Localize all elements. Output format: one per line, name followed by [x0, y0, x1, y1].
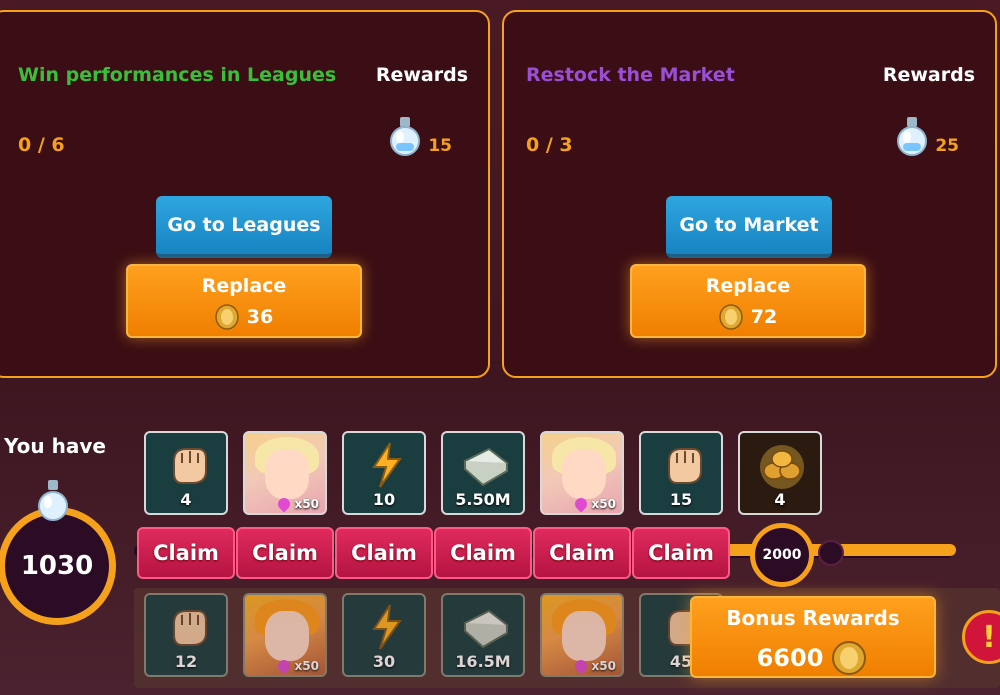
- bonus-title: Bonus Rewards: [726, 606, 900, 630]
- affection-multiplier: x50: [572, 495, 616, 513]
- milestone-marker: 2000: [750, 523, 814, 587]
- reward-tile[interactable]: 4: [738, 431, 822, 515]
- task-progress: 0 / 6: [18, 134, 65, 156]
- replace-label: Replace: [201, 275, 287, 297]
- task-panel-market: Restock the Market Rewards 0 / 3 25 Go t…: [502, 10, 997, 378]
- girl-face: [562, 611, 606, 661]
- fist-icon: [173, 610, 207, 646]
- replace-label: Replace: [705, 275, 791, 297]
- potion-icon: [390, 117, 420, 156]
- lightning-icon: [372, 442, 402, 488]
- bonus-amount: 6600: [756, 644, 824, 672]
- potion-icon: [897, 117, 927, 156]
- affection-multiplier: x50: [275, 495, 319, 513]
- bonus-reward-tile: 30: [342, 593, 426, 677]
- reward-tile[interactable]: 10: [342, 431, 426, 515]
- reward-tile-girl[interactable]: x50: [540, 431, 624, 515]
- heart-icon: [275, 495, 293, 513]
- alert-glyph: !: [982, 619, 996, 655]
- balance-counter: 1030: [0, 507, 116, 625]
- multiplier-value: x50: [591, 497, 616, 511]
- coin-icon: [832, 641, 867, 675]
- girl-face: [265, 449, 309, 499]
- claim-button[interactable]: Claim: [632, 527, 730, 579]
- tile-value: 5.50M: [455, 490, 511, 509]
- bonus-reward-tile: 12: [144, 593, 228, 677]
- claim-button[interactable]: Claim: [434, 527, 532, 579]
- cash-stack-icon: [463, 447, 509, 487]
- replace-button[interactable]: Replace 36: [126, 264, 362, 338]
- multiplier-value: x50: [591, 659, 616, 673]
- balance-amount: 1030: [20, 551, 94, 581]
- girl-face: [265, 611, 309, 661]
- heart-icon: [572, 495, 590, 513]
- coin-icon: [719, 304, 743, 330]
- tile-value: 4: [774, 490, 786, 509]
- potion-icon: [38, 480, 68, 521]
- tile-value: 12: [174, 652, 198, 671]
- multiplier-value: x50: [294, 497, 319, 511]
- bonus-rewards-button[interactable]: Bonus Rewards 6600: [690, 596, 936, 678]
- coin-icon: [215, 304, 239, 330]
- fist-icon: [173, 448, 207, 484]
- reward-amount: 25: [935, 136, 959, 156]
- tile-value: 10: [372, 490, 396, 509]
- claim-button[interactable]: Claim: [533, 527, 631, 579]
- bonus-reward-tile-girl: x50: [243, 593, 327, 677]
- cash-stack-icon: [463, 609, 509, 649]
- tile-value: 15: [669, 490, 693, 509]
- affection-multiplier: x50: [275, 657, 319, 675]
- replace-cost: 72: [632, 304, 864, 330]
- reward-amount: 15: [428, 136, 452, 156]
- reward-tile[interactable]: 5.50M: [441, 431, 525, 515]
- replace-button[interactable]: Replace 72: [630, 264, 866, 338]
- lightning-icon: [372, 604, 402, 650]
- reward-tile[interactable]: 15: [639, 431, 723, 515]
- task-panel-leagues: Win performances in Leagues Rewards 0 / …: [0, 10, 490, 378]
- claim-button[interactable]: Claim: [236, 527, 334, 579]
- girl-face: [562, 449, 606, 499]
- rewards-label: Rewards: [882, 64, 975, 86]
- reward-tile[interactable]: 4: [144, 431, 228, 515]
- gold-coins-pile-icon: [760, 445, 804, 489]
- milestone-value: 2000: [762, 547, 802, 563]
- claim-button[interactable]: Claim: [137, 527, 235, 579]
- replace-cost: 36: [128, 304, 360, 330]
- heart-icon: [572, 657, 590, 675]
- tile-value: 16.5M: [455, 652, 511, 671]
- bonus-reward-tile: 16.5M: [441, 593, 525, 677]
- bonus-price: 6600: [692, 640, 934, 676]
- claim-button[interactable]: Claim: [335, 527, 433, 579]
- task-title: Restock the Market: [526, 64, 735, 86]
- replace-cost-value: 72: [750, 306, 778, 328]
- balance-label: You have: [4, 434, 106, 458]
- multiplier-value: x50: [294, 659, 319, 673]
- task-title: Win performances in Leagues: [18, 64, 337, 86]
- task-progress: 0 / 3: [526, 134, 573, 156]
- tile-value: 30: [372, 652, 396, 671]
- fist-icon: [668, 448, 702, 484]
- go-to-market-button[interactable]: Go to Market: [666, 196, 832, 258]
- rewards-label: Rewards: [375, 64, 468, 86]
- bonus-reward-tile-girl: x50: [540, 593, 624, 677]
- replace-cost-value: 36: [246, 306, 274, 328]
- affection-multiplier: x50: [572, 657, 616, 675]
- reward-tile-girl[interactable]: x50: [243, 431, 327, 515]
- tile-value: 4: [180, 490, 192, 509]
- go-to-leagues-button[interactable]: Go to Leagues: [156, 196, 332, 258]
- heart-icon: [275, 657, 293, 675]
- track-node: [818, 540, 844, 566]
